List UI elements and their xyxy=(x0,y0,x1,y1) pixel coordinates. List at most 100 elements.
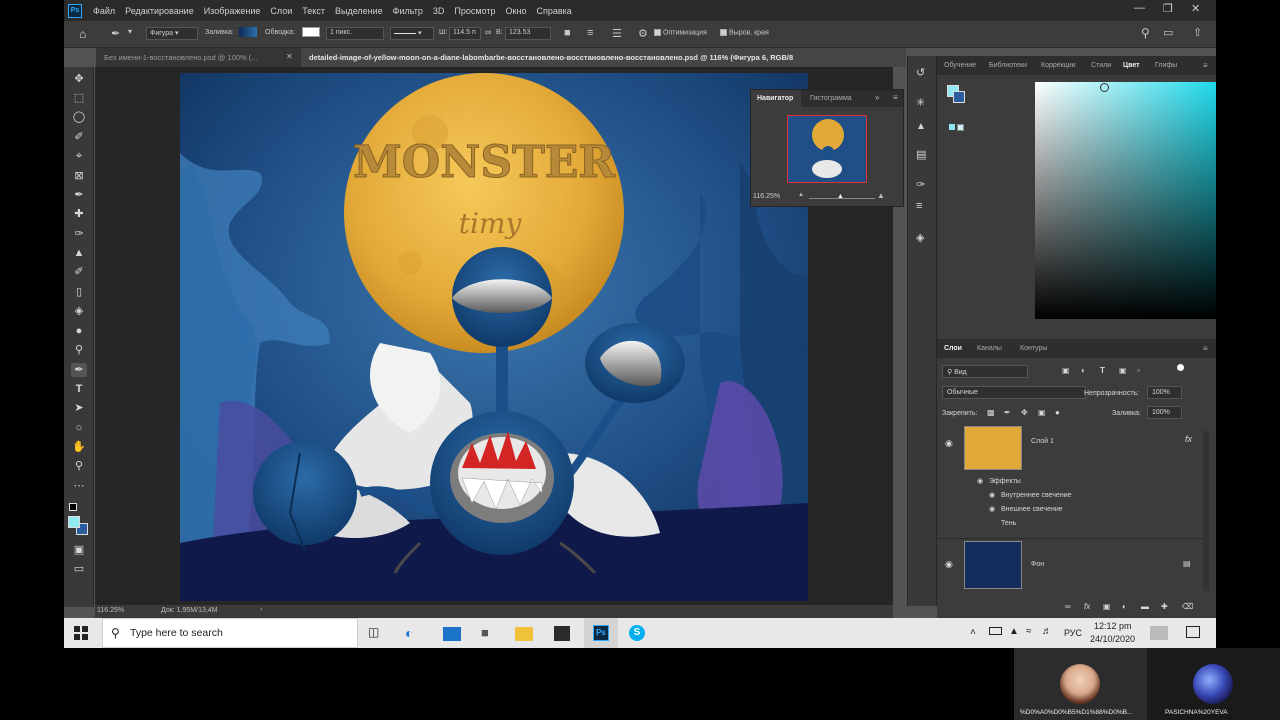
eraser-tool-icon[interactable]: ▯ xyxy=(71,285,87,299)
layer-row-background[interactable]: ◉ Фон ▤ xyxy=(937,538,1203,590)
task-view-icon[interactable]: ◫ xyxy=(368,625,384,641)
tab-color[interactable]: Цвет xyxy=(1123,62,1140,69)
tab-navigator[interactable]: Навигатор xyxy=(751,90,801,107)
shape-mode-select[interactable]: Фигура ▾ xyxy=(146,27,198,40)
document-tab-untitled[interactable]: Без имени-1-восстановлено.psd @ 100% (..… xyxy=(96,48,301,67)
show-desktop-icon[interactable] xyxy=(1150,626,1168,640)
document-tab-active[interactable]: detailed-image-of-yellow-moon-on-a-diane… xyxy=(301,48,906,67)
more-tools-icon[interactable]: ⋯ xyxy=(71,479,87,493)
menu-select[interactable]: Выделение xyxy=(330,6,388,16)
path-alignment-icon[interactable]: ≡ xyxy=(587,27,593,39)
search-icon[interactable]: ⚲ xyxy=(1141,26,1150,40)
link-layers-icon[interactable]: ∞ xyxy=(1065,602,1071,611)
stroke-type-select[interactable]: ▾ xyxy=(390,27,434,40)
new-layer-icon[interactable]: ✚ xyxy=(1161,602,1168,611)
fill-swatch[interactable] xyxy=(239,27,257,37)
filter-adjustment-icon[interactable]: ◐ xyxy=(1081,366,1086,375)
color-bg-swatch[interactable] xyxy=(953,91,965,103)
link-icon[interactable]: ∞ xyxy=(485,27,491,37)
wifi-icon[interactable]: ≈ xyxy=(1026,626,1042,642)
tray-chevron-icon[interactable]: ˄ xyxy=(970,627,986,643)
edge-browser-icon[interactable]: ◐ xyxy=(405,625,421,641)
default-colors-icon[interactable] xyxy=(69,503,77,511)
filter-toggle[interactable] xyxy=(1177,364,1184,371)
color-small-swatch-2[interactable] xyxy=(957,124,964,131)
history-panel-icon[interactable]: ↺ xyxy=(916,66,925,79)
tab-layers[interactable]: Слои xyxy=(944,345,962,352)
gear-icon[interactable]: ⚙ xyxy=(638,27,648,40)
adjustment-layer-icon[interactable]: ◐ xyxy=(1122,602,1127,611)
zoom-slider-handle[interactable]: ▲ xyxy=(837,193,844,200)
lock-all-icon[interactable]: ● xyxy=(1055,408,1060,417)
layer1-fx-badge[interactable]: fx xyxy=(1185,434,1192,444)
skype-icon[interactable]: S xyxy=(629,625,645,641)
tab-channels[interactable]: Каналы xyxy=(977,345,1002,352)
workspace-icon[interactable]: ▭ xyxy=(1163,26,1173,39)
clock-date[interactable]: 24/10/2020 xyxy=(1090,634,1135,644)
effect-drop-shadow[interactable]: Тень xyxy=(1001,520,1016,527)
type-tool-icon[interactable]: T xyxy=(71,382,87,396)
battery-icon[interactable] xyxy=(989,627,1002,635)
opacity-field[interactable]: 100% xyxy=(1147,386,1182,399)
clock-time[interactable]: 12:12 pm xyxy=(1094,621,1132,631)
filter-shape-icon[interactable]: ▣ xyxy=(1119,366,1127,375)
color-field[interactable] xyxy=(1035,82,1216,319)
tab-close-icon[interactable]: ✕ xyxy=(286,52,293,61)
filter-pixel-icon[interactable]: ▣ xyxy=(1062,366,1070,375)
participant-tile-1[interactable]: %D0%A0%D0%B5%D1%88%D0%B... xyxy=(1014,648,1147,720)
lock-transparency-icon[interactable]: ▩ xyxy=(987,408,995,417)
quick-mask-icon[interactable]: ▣ xyxy=(71,543,87,557)
tab-glyphs[interactable]: Глифы xyxy=(1155,62,1177,69)
visibility-eye-icon[interactable]: ◉ xyxy=(945,559,953,570)
menu-file[interactable]: Файл xyxy=(88,6,120,16)
layers-scrollbar[interactable] xyxy=(1203,431,1209,591)
lasso-tool-icon[interactable]: ◯ xyxy=(71,110,87,124)
marquee-tool-icon[interactable]: ⬚ xyxy=(71,91,87,105)
lock-position-icon[interactable]: ✥ xyxy=(1021,408,1028,417)
lock-pixels-icon[interactable]: ✒ xyxy=(1004,408,1011,417)
crop-tool-icon[interactable]: ⌖ xyxy=(71,149,87,163)
menu-help[interactable]: Справка xyxy=(531,6,576,16)
menu-image[interactable]: Изображение xyxy=(199,6,266,16)
align-edges-checkbox[interactable]: Выров. края xyxy=(720,29,769,36)
tab-styles[interactable]: Стили xyxy=(1091,62,1111,69)
file-explorer-icon[interactable] xyxy=(515,627,533,641)
quick-select-tool-icon[interactable]: ✐ xyxy=(71,130,87,144)
layers-panel-menu-icon[interactable]: ≡ xyxy=(1203,344,1208,353)
healing-tool-icon[interactable]: ✚ xyxy=(71,207,87,221)
screen-mode-icon[interactable]: ▭ xyxy=(71,562,87,576)
network-icon[interactable]: ▲ xyxy=(1009,626,1025,642)
tab-libraries[interactable]: Библиотеки xyxy=(989,62,1027,69)
move-tool-icon[interactable]: ✥ xyxy=(71,72,87,86)
layer-row-layer1[interactable]: ◉ Слой 1 fx xyxy=(937,424,1203,474)
tool-preset-chevron-icon[interactable]: ▾ xyxy=(128,27,132,36)
foreground-color-swatch[interactable] xyxy=(68,516,80,528)
effects-eye-icon[interactable]: ◉ xyxy=(977,477,983,485)
participant-tile-2[interactable]: PASICHNA%20YEVA xyxy=(1147,648,1280,720)
store-icon[interactable] xyxy=(554,626,570,641)
stroke-swatch[interactable] xyxy=(302,27,320,37)
share-icon[interactable]: ⇧ xyxy=(1193,26,1202,39)
panel-menu-icon[interactable]: ≡ xyxy=(893,93,898,102)
stamp-tool-icon[interactable]: ▲ xyxy=(71,246,87,260)
height-field[interactable]: 123.53 xyxy=(505,27,551,40)
blur-tool-icon[interactable]: ● xyxy=(71,324,87,338)
pen-tool-icon[interactable]: ✒ xyxy=(111,27,120,40)
eyedropper-tool-icon[interactable]: ✒ xyxy=(71,188,87,202)
effect-inner-glow[interactable]: Внутреннее свечение xyxy=(1001,492,1072,499)
menu-window[interactable]: Окно xyxy=(501,6,532,16)
maximize-icon[interactable]: ❐ xyxy=(1163,2,1173,15)
width-field[interactable]: 114.5 п xyxy=(449,27,481,40)
blend-mode-select[interactable]: Обычные xyxy=(942,386,1086,399)
menu-layers[interactable]: Слои xyxy=(265,6,297,16)
mail-icon[interactable] xyxy=(443,627,461,641)
menu-filter[interactable]: Фильтр xyxy=(388,6,428,16)
language-indicator[interactable]: РУС xyxy=(1064,628,1082,638)
adjustments-panel-icon[interactable]: ▲ xyxy=(916,121,926,132)
hand-tool-icon[interactable]: ✋ xyxy=(71,440,87,454)
menu-edit[interactable]: Редактирование xyxy=(120,6,199,16)
path-operations-icon[interactable]: ■ xyxy=(564,27,571,39)
notifications-icon[interactable] xyxy=(1186,626,1200,638)
windows-start-icon[interactable] xyxy=(74,626,88,640)
close-icon[interactable]: ✕ xyxy=(1191,2,1200,15)
